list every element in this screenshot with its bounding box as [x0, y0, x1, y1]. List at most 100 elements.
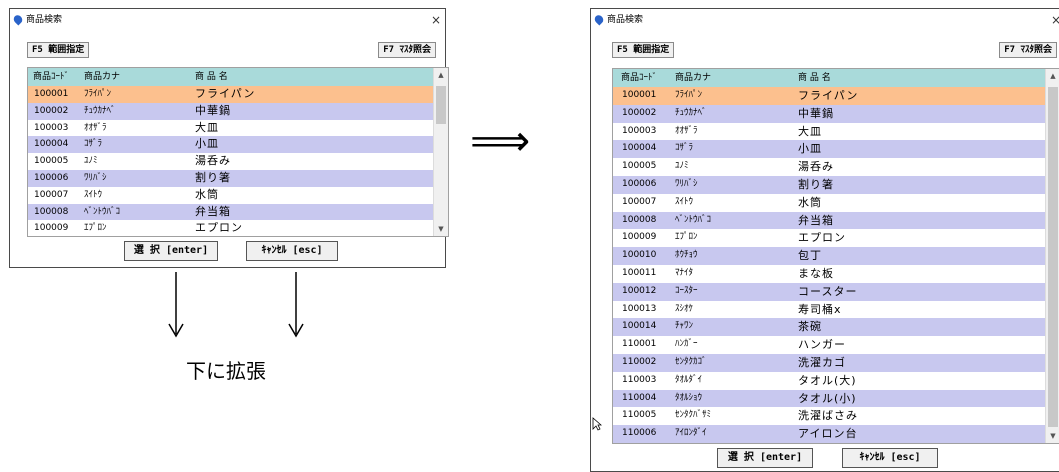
- range-spec-button[interactable]: F5 範囲指定: [27, 42, 90, 58]
- cell-name: 大皿: [195, 120, 219, 134]
- scroll-up-icon[interactable]: ▲: [1046, 69, 1059, 83]
- table-row[interactable]: 100003 ｵｵｻﾞﾗ 大皿: [613, 122, 1045, 141]
- cell-name: 小皿: [798, 142, 822, 156]
- cancel-button[interactable]: ｷｬﾝｾﾙ [esc]: [842, 448, 938, 468]
- table-row[interactable]: 100003 ｵｵｻﾞﾗ 大皿: [28, 119, 434, 137]
- cell-name: 大皿: [798, 124, 822, 138]
- product-search-window-small: 商品検索 × F5 範囲指定 F7 ﾏｽﾀ照会 商品ｺｰﾄﾞ 商品カナ 商 品 …: [9, 8, 449, 268]
- cell-name: タオル(小): [798, 391, 857, 405]
- cell-kana: ﾜﾘﾊﾞｼ: [675, 179, 698, 189]
- cell-kana: ﾜﾘﾊﾞｼ: [84, 173, 107, 183]
- cell-name: フライパン: [798, 89, 859, 102]
- cell-name: 割り箸: [195, 171, 231, 184]
- master-lookup-button[interactable]: F7 ﾏｽﾀ照会: [999, 42, 1057, 58]
- table-row[interactable]: 100009 ｴﾌﾟﾛﾝ エプロン: [28, 220, 434, 236]
- table-row[interactable]: 100002 ﾁｭｳｶﾅﾍﾞ 中華鍋: [28, 102, 434, 120]
- window-title: 商品検索: [607, 15, 644, 25]
- table-row[interactable]: 100008 ﾍﾞﾝﾄｳﾊﾞｺ 弁当箱: [613, 211, 1045, 230]
- cell-kana: ﾌﾗｲﾊﾟﾝ: [675, 90, 703, 100]
- table-row[interactable]: 100006 ﾜﾘﾊﾞｼ 割り箸: [28, 170, 434, 187]
- cell-code: 110003: [622, 374, 657, 385]
- scroll-down-icon[interactable]: ▼: [1046, 429, 1059, 443]
- table-row[interactable]: 110001 ﾊﾝｶﾞｰ ハンガー: [613, 336, 1045, 354]
- table-row[interactable]: 100006 ﾜﾘﾊﾞｼ 割り箸: [613, 176, 1045, 194]
- app-icon: [592, 13, 606, 26]
- select-button[interactable]: 選 択 [enter]: [124, 241, 218, 261]
- title-bar: 商品検索 ×: [10, 9, 445, 31]
- close-icon[interactable]: ×: [1051, 9, 1059, 31]
- cell-code: 110005: [622, 410, 657, 421]
- cell-kana: ｽｲﾄｳ: [84, 189, 103, 200]
- table-row[interactable]: 100014 ﾁｬﾜﾝ 茶碗: [613, 318, 1045, 337]
- table-row[interactable]: 100007 ｽｲﾄｳ 水筒: [613, 193, 1045, 212]
- cell-kana: ﾊﾝｶﾞｰ: [675, 339, 698, 350]
- cell-name: 中華鍋: [195, 103, 231, 117]
- cell-code: 100009: [622, 232, 657, 243]
- cell-kana: ｴﾌﾟﾛﾝ: [84, 223, 107, 234]
- cell-kana: ｵｵｻﾞﾗ: [84, 122, 107, 133]
- cell-code: 100007: [34, 189, 69, 200]
- scroll-down-icon[interactable]: ▼: [434, 222, 448, 236]
- cell-code: 100009: [34, 223, 69, 234]
- cancel-button[interactable]: ｷｬﾝｾﾙ [esc]: [246, 241, 338, 261]
- table-row[interactable]: 100009 ｴﾌﾟﾛﾝ エプロン: [613, 229, 1045, 248]
- grid-header: 商品ｺｰﾄﾞ 商品カナ 商 品 名: [28, 68, 434, 86]
- product-search-window-expanded: 商品検索 × F5 範囲指定 F7 ﾏｽﾀ照会 商品ｺｰﾄﾞ 商品カナ 商 品 …: [590, 8, 1059, 472]
- cell-kana: ｺｻﾞﾗ: [84, 139, 103, 150]
- scroll-thumb[interactable]: [436, 86, 446, 124]
- cell-code: 100013: [622, 303, 657, 314]
- table-row[interactable]: 110004 ﾀｵﾙｼｮｳ タオル(小): [613, 389, 1045, 408]
- table-row[interactable]: 100005 ﾕﾉﾐ 湯呑み: [613, 158, 1045, 176]
- cell-code: 110006: [622, 428, 657, 439]
- table-row[interactable]: 110005 ｾﾝﾀｸﾊﾞｻﾐ 洗濯ばさみ: [613, 407, 1045, 426]
- table-row[interactable]: 100001 ﾌﾗｲﾊﾟﾝ フライパン: [613, 87, 1045, 105]
- table-row[interactable]: 100001 ﾌﾗｲﾊﾟﾝ フライパン: [28, 86, 434, 103]
- cell-name: エプロン: [798, 231, 846, 245]
- cell-kana: ｾﾝﾀｸｶｺﾞ: [675, 357, 707, 367]
- cell-name: 弁当箱: [798, 213, 834, 227]
- table-row[interactable]: 110006 ｱｲﾛﾝﾀﾞｲ アイロン台: [613, 425, 1045, 443]
- cell-name: アイロン台: [798, 427, 858, 441]
- table-row[interactable]: 100002 ﾁｭｳｶﾅﾍﾞ 中華鍋: [613, 104, 1045, 123]
- table-row[interactable]: 100004 ｺｻﾞﾗ 小皿: [613, 140, 1045, 159]
- select-button[interactable]: 選 択 [enter]: [717, 448, 813, 468]
- cell-kana: ﾀｵﾙﾀﾞｲ: [675, 374, 703, 385]
- cell-code: 100001: [622, 90, 657, 100]
- cell-name: 茶碗: [798, 320, 822, 334]
- cell-name: 割り箸: [798, 178, 834, 191]
- table-row[interactable]: 110003 ﾀｵﾙﾀﾞｲ タオル(大): [613, 371, 1045, 390]
- table-row[interactable]: 100012 ｺｰｽﾀｰ コースター: [613, 282, 1045, 301]
- cell-name: 水筒: [195, 187, 219, 201]
- cell-kana: ﾀｵﾙｼｮｳ: [675, 392, 703, 403]
- window-title: 商品検索: [26, 15, 63, 25]
- cell-name: 包丁: [798, 249, 822, 263]
- product-grid[interactable]: 商品ｺｰﾄﾞ 商品カナ 商 品 名 100001 ﾌﾗｲﾊﾟﾝ フライパン 10000…: [612, 68, 1059, 444]
- cell-code: 100005: [622, 161, 657, 172]
- table-row[interactable]: 100008 ﾍﾞﾝﾄｳﾊﾞｺ 弁当箱: [28, 203, 434, 221]
- range-spec-button[interactable]: F5 範囲指定: [612, 42, 675, 58]
- table-row[interactable]: 110002 ｾﾝﾀｸｶｺﾞ 洗濯カゴ: [613, 354, 1045, 372]
- vertical-scrollbar[interactable]: ▲ ▼: [1045, 69, 1059, 443]
- cell-code: 110002: [622, 357, 657, 367]
- cell-kana: ﾁｭｳｶﾅﾍﾞ: [84, 105, 116, 116]
- cell-code: 110004: [622, 392, 657, 403]
- product-grid[interactable]: 商品ｺｰﾄﾞ 商品カナ 商 品 名 100001 ﾌﾗｲﾊﾟﾝ フライパン 10000…: [27, 67, 449, 237]
- header-name: 商 品 名: [798, 73, 831, 83]
- close-icon[interactable]: ×: [431, 9, 441, 31]
- cell-name: 寿司桶x: [798, 302, 842, 316]
- table-row[interactable]: 100004 ｺｻﾞﾗ 小皿: [28, 136, 434, 154]
- table-row[interactable]: 100007 ｽｲﾄｳ 水筒: [28, 186, 434, 204]
- cell-kana: ﾍﾞﾝﾄｳﾊﾞｺ: [675, 214, 712, 225]
- scroll-thumb[interactable]: [1048, 87, 1058, 427]
- table-row[interactable]: 100010 ﾎｳﾁｮｳ 包丁: [613, 247, 1045, 265]
- cell-code: 100008: [34, 206, 69, 217]
- scroll-up-icon[interactable]: ▲: [434, 68, 448, 82]
- vertical-scrollbar[interactable]: ▲ ▼: [433, 68, 448, 236]
- table-row[interactable]: 100005 ﾕﾉﾐ 湯呑み: [28, 153, 434, 170]
- cell-name: 洗濯ばさみ: [798, 409, 858, 423]
- cell-name: 弁当箱: [195, 204, 231, 218]
- table-row[interactable]: 100013 ｽｼｵｹ 寿司桶x: [613, 300, 1045, 319]
- table-row[interactable]: 100011 ﾏﾅｲﾀ まな板: [613, 265, 1045, 283]
- header-kana: 商品カナ: [84, 72, 121, 82]
- master-lookup-button[interactable]: F7 ﾏｽﾀ照会: [378, 42, 436, 58]
